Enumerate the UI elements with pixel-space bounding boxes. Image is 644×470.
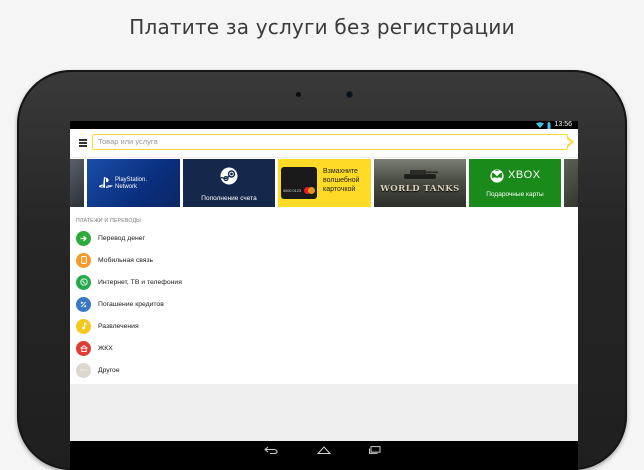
hamburger-menu-icon[interactable] <box>79 139 87 147</box>
back-icon[interactable] <box>264 446 278 454</box>
mastercard-icon <box>304 187 315 194</box>
list-item-other[interactable]: Другое <box>76 361 566 379</box>
banner-partial-left[interactable] <box>70 159 84 207</box>
banner-carousel[interactable]: PlayStation. Network Пополнение счета 00… <box>70 159 578 207</box>
home-icon[interactable] <box>317 446 331 454</box>
banner-xbox[interactable]: XBOX Подарочные карты <box>469 159 561 207</box>
list-item-label: Мобильная связь <box>98 256 154 264</box>
tablet-frame: 13:56 Товар или услуга PlayStation. Netw… <box>17 70 627 470</box>
tank-icon <box>404 170 438 179</box>
list-item-label: Погашение кредитов <box>98 300 164 308</box>
list-item-label: Интернет, ТВ и телефония <box>98 278 182 286</box>
list-item-entertainment[interactable]: Развлечения <box>76 317 566 335</box>
search-placeholder: Товар или услуга <box>98 137 158 146</box>
list-item-credits[interactable]: Погашение кредитов <box>76 295 566 313</box>
list-item-label: Развлечения <box>98 322 139 330</box>
list-item-internet[interactable]: Интернет, ТВ и телефония <box>76 273 566 291</box>
banner-playstation[interactable]: PlayStation. Network <box>87 159 180 207</box>
android-nav-bar <box>70 441 578 470</box>
list-item-label: ЖКХ <box>98 344 113 352</box>
tablet-camera <box>347 92 352 97</box>
card-text: Взмахните волшебной карточкой <box>323 168 360 193</box>
banner-world-of-tanks[interactable]: WORLD TANKS <box>374 159 466 207</box>
status-time: 13:56 <box>554 121 572 128</box>
list-item-transfer[interactable]: Перевод денег <box>76 229 566 247</box>
app-bar: Товар или услуга <box>70 129 578 158</box>
dots-icon <box>76 362 91 378</box>
card-graphic: 0000 0123 <box>281 167 317 199</box>
search-input[interactable]: Товар или услуга <box>92 134 574 150</box>
steam-label: Пополнение счета <box>201 195 257 202</box>
list-item-utilities[interactable]: ЖКХ <box>76 339 566 357</box>
list-item-label: Перевод денег <box>98 234 146 242</box>
wot-title: WORLD TANKS <box>380 184 460 194</box>
banner-steam[interactable]: Пополнение счета <box>183 159 275 207</box>
battery-icon <box>547 121 551 129</box>
section-title: ПЛАТЕЖИ И ПЕРЕВОДЫ <box>76 218 141 224</box>
xbox-wordmark: XBOX <box>508 169 541 181</box>
card-number: 0000 0123 <box>283 189 301 193</box>
steam-logo-icon <box>220 167 238 185</box>
list-item-label: Другое <box>98 366 120 374</box>
list-item-mobile[interactable]: Мобильная связь <box>76 251 566 269</box>
tablet-sensor <box>296 92 301 97</box>
music-note-icon <box>76 318 91 334</box>
globe-phone-icon <box>76 274 91 290</box>
tablet-screen: 13:56 Товар или услуга PlayStation. Netw… <box>70 121 578 470</box>
percent-icon <box>76 296 91 312</box>
empty-area <box>70 384 578 441</box>
wifi-icon <box>536 122 545 128</box>
banner-magic-card[interactable]: 0000 0123 Взмахните волшебной карточкой <box>278 159 371 207</box>
playstation-text: PlayStation. Network <box>115 177 148 190</box>
payments-section: ПЛАТЕЖИ И ПЕРЕВОДЫ Перевод денег Мобильн… <box>70 207 578 384</box>
status-bar: 13:56 <box>70 121 578 129</box>
headline: Платите за услуги без регистрации <box>129 15 515 39</box>
playstation-logo-icon <box>99 177 113 188</box>
house-icon <box>76 340 91 356</box>
search-arrow-icon <box>566 137 574 147</box>
phone-icon <box>76 252 91 268</box>
arrow-right-icon <box>76 230 91 246</box>
recent-apps-icon[interactable] <box>368 446 382 454</box>
xbox-label: Подарочные карты <box>486 191 544 198</box>
xbox-logo-icon <box>490 169 504 183</box>
banner-partial-right[interactable] <box>564 159 578 207</box>
